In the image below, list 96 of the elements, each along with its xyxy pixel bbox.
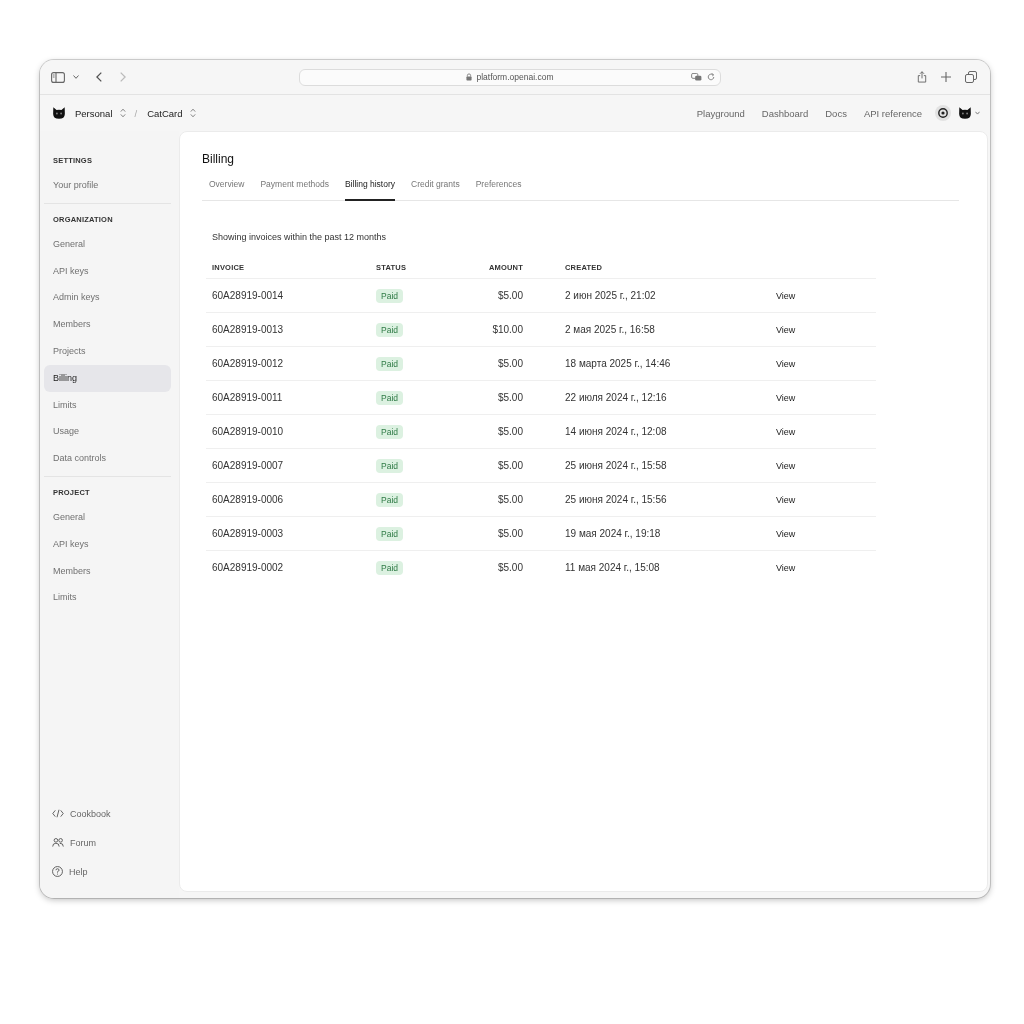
sidebar-item[interactable]: General xyxy=(44,503,171,531)
breadcrumb-switcher[interactable]: Personal xyxy=(75,107,126,119)
amount: $5.00 xyxy=(497,494,523,505)
sidebar-item[interactable]: Your profile xyxy=(44,172,171,199)
nav-link[interactable]: Playground xyxy=(696,107,745,119)
speech-bubbles-icon[interactable] xyxy=(691,73,702,81)
created-date: 2 мая 2025 г., 16:58 xyxy=(565,324,655,335)
tab[interactable]: Payment methods xyxy=(260,177,329,201)
sidebar-item[interactable]: Members xyxy=(44,311,171,338)
tab[interactable]: Credit grants xyxy=(411,177,460,201)
view-link[interactable]: View xyxy=(776,529,796,539)
status-badge: Paid xyxy=(376,526,403,541)
view-link[interactable]: View xyxy=(776,325,796,335)
created-date: 25 июня 2024 г., 15:56 xyxy=(565,494,667,505)
status-badge: Paid xyxy=(376,390,403,405)
view-link[interactable]: View xyxy=(776,393,796,403)
sidebar-item[interactable]: Billing xyxy=(44,364,171,392)
cat-logo-icon[interactable] xyxy=(52,106,66,120)
created-date: 11 мая 2024 г., 15:08 xyxy=(565,562,660,573)
invoice-number: 60A28919-0007 xyxy=(212,460,284,471)
sidebar-item[interactable]: General xyxy=(44,230,171,258)
sidebar-item[interactable]: Limits xyxy=(44,584,171,612)
share-icon[interactable] xyxy=(917,71,927,83)
breadcrumb-separator: / xyxy=(134,107,138,119)
sidebar-item[interactable]: Members xyxy=(44,557,171,585)
tab[interactable]: Preferences xyxy=(475,177,522,201)
lock-icon xyxy=(466,73,473,81)
nav-link[interactable]: API reference xyxy=(863,107,922,119)
amount: $5.00 xyxy=(497,562,523,573)
invoice-number: 60A28919-0014 xyxy=(212,290,284,301)
view-link[interactable]: View xyxy=(776,563,796,573)
sidebar-item[interactable]: API keys xyxy=(44,530,171,558)
people-icon xyxy=(52,838,64,847)
view-link[interactable]: View xyxy=(776,359,796,369)
invoices-note: Showing invoices within the past 12 months xyxy=(212,231,388,244)
address-bar[interactable]: platform.openai.com xyxy=(299,68,721,86)
cat-avatar-icon xyxy=(958,106,972,120)
sidebar-item[interactable]: Data controls xyxy=(44,445,171,472)
caret-icon[interactable] xyxy=(73,75,79,79)
sidebar-link[interactable]: Help xyxy=(44,857,171,886)
status-badge: Paid xyxy=(376,322,403,337)
sidebar-item[interactable]: API keys xyxy=(44,257,171,285)
settings-icon[interactable] xyxy=(935,105,951,121)
invoice-number: 60A28919-0006 xyxy=(212,494,284,505)
status-badge: Paid xyxy=(376,492,403,507)
sidebar-item[interactable]: Limits xyxy=(44,391,171,419)
back-icon[interactable] xyxy=(96,72,102,82)
nav-link[interactable]: Docs xyxy=(825,107,847,119)
amount: $5.00 xyxy=(497,460,523,471)
sidebar-item[interactable]: Usage xyxy=(44,418,171,446)
tab[interactable]: Billing history xyxy=(344,177,396,201)
created-date: 18 марта 2025 г., 14:46 xyxy=(565,358,671,369)
created-date: 14 июня 2024 г., 12:08 xyxy=(565,426,667,437)
amount: $5.00 xyxy=(497,528,523,539)
breadcrumb-switcher[interactable]: CatCard xyxy=(147,107,196,119)
sidebar-link[interactable]: Forum xyxy=(44,828,171,857)
created-date: 25 июня 2024 г., 15:58 xyxy=(565,460,667,471)
invoice-number: 60A28919-0002 xyxy=(212,562,284,573)
view-link[interactable]: View xyxy=(776,291,796,301)
chevron-updown-icon xyxy=(119,108,126,118)
invoice-number: 60A28919-0012 xyxy=(212,358,284,369)
status-badge: Paid xyxy=(376,560,403,575)
nav-link[interactable]: Dashboard xyxy=(761,107,809,119)
invoice-number: 60A28919-0003 xyxy=(212,528,284,539)
sidebar-toggle-icon[interactable] xyxy=(51,71,65,83)
created-date: 22 июля 2024 г., 12:16 xyxy=(565,392,667,403)
status-badge: Paid xyxy=(376,356,403,371)
code-icon xyxy=(52,809,64,818)
chevron-updown-icon xyxy=(189,108,196,118)
plus-icon[interactable] xyxy=(941,72,951,82)
sidebar-item[interactable]: Admin keys xyxy=(44,284,171,312)
reload-icon[interactable] xyxy=(707,73,715,81)
amount: $5.00 xyxy=(497,290,523,301)
amount: $5.00 xyxy=(497,392,523,403)
invoice-number: 60A28919-0010 xyxy=(212,426,284,437)
sidebar-link[interactable]: Cookbook xyxy=(44,799,171,828)
status-badge: Paid xyxy=(376,458,403,473)
overlapping-squares-icon[interactable] xyxy=(965,71,977,83)
help-icon xyxy=(52,866,63,877)
created-date: 2 июн 2025 г., 21:02 xyxy=(565,290,656,301)
amount: $5.00 xyxy=(497,426,523,437)
view-link[interactable]: View xyxy=(776,495,796,505)
view-link[interactable]: View xyxy=(776,461,796,471)
created-date: 19 мая 2024 г., 19:18 xyxy=(565,528,661,539)
sidebar-item[interactable]: Projects xyxy=(44,338,171,365)
caret-icon xyxy=(975,111,980,115)
amount: $10.00 xyxy=(492,324,523,335)
status-badge: Paid xyxy=(376,288,403,303)
invoice-number: 60A28919-0013 xyxy=(212,324,284,335)
account-menu-button[interactable] xyxy=(958,106,980,120)
view-link[interactable]: View xyxy=(776,427,796,437)
tab[interactable]: Overview xyxy=(209,177,245,201)
page-title: Billing xyxy=(202,151,235,168)
status-badge: Paid xyxy=(376,424,403,439)
amount: $5.00 xyxy=(497,358,523,369)
invoice-number: 60A28919-0011 xyxy=(212,392,283,403)
